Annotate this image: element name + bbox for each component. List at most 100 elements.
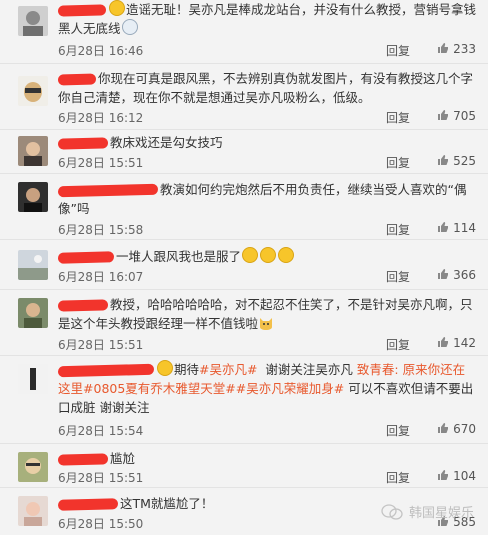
comment-content: 一堆人跟风我也是服了 [116, 249, 242, 264]
like-button[interactable]: 104 [437, 469, 476, 483]
reply-button[interactable]: 回复 [386, 422, 410, 439]
like-button[interactable]: 705 [437, 109, 476, 123]
comment-meta: 6月28日 16:12 回复 705 [58, 109, 476, 125]
like-count: 114 [453, 221, 476, 235]
comment-content: 谢谢关注吴亦凡 [265, 362, 353, 377]
like-count: 142 [453, 336, 476, 350]
comment-time: 6月28日 15:51 [58, 471, 144, 485]
emoji-icon [242, 247, 259, 263]
wechat-icon [381, 503, 403, 520]
comment-content: 教床戏还是勾女技巧 [110, 135, 223, 150]
like-button[interactable]: 114 [437, 221, 476, 235]
redacted-username [57, 183, 159, 198]
thumbs-up-icon [438, 337, 449, 347]
cat-emoji-icon [260, 318, 273, 330]
avatar-image [18, 364, 48, 394]
reply-button[interactable]: 回复 [386, 221, 410, 238]
avatar[interactable] [18, 182, 48, 212]
comment-text: 尴尬 [57, 449, 476, 468]
comment-item: 一堆人跟风我也是服了 6月28日 16:07 回复 366 [0, 240, 488, 290]
comment-time: 6月28日 16:12 [58, 111, 144, 125]
avatar-image [18, 182, 48, 212]
thumbs-up-icon [438, 222, 449, 232]
reply-button[interactable]: 回复 [386, 268, 410, 285]
thumbs-up-icon [438, 110, 449, 120]
topic-tag[interactable]: #吴亦凡荣耀加身# [236, 381, 344, 396]
like-button[interactable]: 233 [437, 42, 476, 56]
comment-meta: 6月28日 15:58 回复 114 [58, 221, 476, 237]
redacted-username [57, 137, 109, 150]
comment-item: 教床戏还是勾女技巧 6月28日 15:51 回复 525 [0, 130, 488, 174]
thumbs-up-icon [438, 423, 449, 433]
like-count: 525 [453, 154, 476, 168]
comment-content: 尴尬 [110, 451, 136, 466]
topic-tag[interactable]: #0805夏有乔木雅望天堂# [83, 381, 236, 396]
comment-content: 你现在可真是跟风黑，不去辨别真伪就发图片，有没有教授这几个字你自己清楚，现在你不… [58, 71, 474, 105]
avatar-image [18, 250, 48, 280]
comment-content: 期待 [174, 362, 200, 377]
redacted-username [57, 363, 155, 378]
emoji-icon [109, 0, 125, 16]
redacted-username [57, 498, 119, 511]
comment-text: 教床戏还是勾女技巧 [57, 133, 476, 152]
comment-list: 造谣无耻！吴亦凡是棒成龙站台，并没有什么教授，营销号拿钱黑人无底线 6月28日 … [0, 0, 488, 535]
emoji-icon [121, 19, 138, 35]
comment-text: 一堆人跟风我也是服了 [57, 247, 476, 266]
avatar-image [18, 76, 48, 106]
reply-button[interactable]: 回复 [386, 154, 410, 171]
comment-text: 教演如何约完炮然后不用负责任，继续当受人喜欢的“偶像”吗 [57, 180, 476, 218]
comment-time: 6月28日 16:46 [58, 44, 144, 58]
like-button[interactable]: 142 [437, 336, 476, 350]
redacted-username [57, 251, 115, 264]
comment-time: 6月28日 15:51 [58, 338, 144, 352]
like-count: 705 [453, 109, 476, 123]
comment-text: 期待#吴亦凡# 谢谢关注吴亦凡 致青春: 原来你还在这里#0805夏有乔木雅望天… [57, 360, 476, 417]
like-count: 104 [453, 469, 476, 483]
comment-item: 教授，哈哈哈哈哈哈，对不起忍不住笑了，不是针对吴亦凡啊，只是这个年头教授跟经理一… [0, 290, 488, 356]
comment-meta: 6月28日 16:07 回复 366 [58, 268, 476, 284]
avatar[interactable] [18, 6, 48, 36]
comment-text: 造谣无耻！吴亦凡是棒成龙站台，并没有什么教授，营销号拿钱黑人无底线 [57, 0, 476, 38]
reply-button[interactable]: 回复 [386, 109, 410, 126]
watermark-text: 韩国星娱乐 [408, 506, 474, 521]
emoji-icon [260, 247, 277, 263]
comment-content: 这TM就尴尬了！ [120, 496, 214, 511]
emoji-icon [157, 360, 173, 376]
comment-item: 你现在可真是跟风黑，不去辨别真伪就发图片，有没有教授这几个字你自己清楚，现在你不… [0, 64, 488, 130]
like-count: 366 [453, 268, 476, 282]
thumbs-up-icon [438, 470, 449, 480]
topic-tag[interactable]: #吴亦凡# [199, 362, 257, 377]
comment-text: 教授，哈哈哈哈哈哈，对不起忍不住笑了，不是针对吴亦凡啊，只是这个年头教授跟经理一… [57, 295, 476, 333]
comment-meta: 6月28日 15:51 回复 104 [58, 469, 476, 485]
avatar[interactable] [18, 364, 48, 394]
avatar-image [18, 496, 48, 526]
like-button[interactable]: 366 [437, 268, 476, 282]
reply-button[interactable]: 回复 [386, 42, 410, 59]
redacted-username [57, 453, 109, 466]
thumbs-up-icon [438, 43, 449, 53]
watermark: 韩国星娱乐 [381, 502, 474, 521]
redacted-username [57, 299, 109, 312]
avatar[interactable] [18, 250, 48, 280]
emoji-icon [278, 247, 295, 263]
thumbs-up-icon [438, 269, 449, 279]
redacted-username [57, 4, 107, 17]
like-button[interactable]: 525 [437, 154, 476, 168]
avatar-image [18, 6, 48, 36]
comment-time: 6月28日 15:54 [58, 424, 144, 438]
reply-button[interactable]: 回复 [386, 469, 410, 486]
reply-button[interactable]: 回复 [386, 336, 410, 353]
avatar-image [18, 136, 48, 166]
comment-item: 教演如何约完炮然后不用负责任，继续当受人喜欢的“偶像”吗 6月28日 15:58… [0, 174, 488, 240]
avatar-image [18, 298, 48, 328]
comment-item: 期待#吴亦凡# 谢谢关注吴亦凡 致青春: 原来你还在这里#0805夏有乔木雅望天… [0, 356, 488, 444]
avatar[interactable] [18, 298, 48, 328]
comment-meta: 6月28日 15:51 回复 142 [58, 336, 476, 352]
avatar[interactable] [18, 496, 48, 526]
avatar[interactable] [18, 452, 48, 482]
comment-meta: 6月28日 15:54 回复 670 [58, 422, 476, 438]
like-button[interactable]: 670 [437, 422, 476, 436]
comment-time: 6月28日 15:58 [58, 223, 144, 237]
avatar[interactable] [18, 76, 48, 106]
avatar[interactable] [18, 136, 48, 166]
